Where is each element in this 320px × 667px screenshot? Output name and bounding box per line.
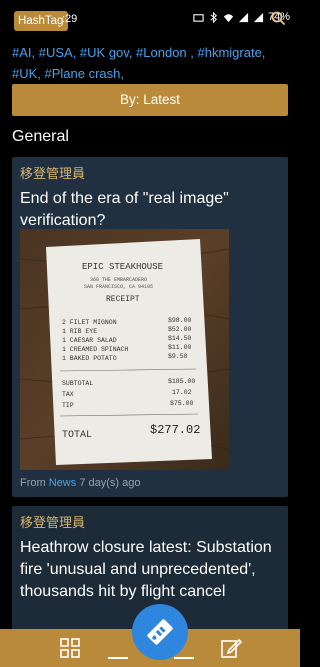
message-icon	[193, 13, 204, 22]
post-card[interactable]: 移登管理員 End of the era of "real image" ver…	[12, 157, 288, 497]
receipt-label: RECEIPT	[106, 295, 140, 304]
receipt-tax-label: TAX	[62, 391, 74, 398]
post-author: 移登管理員	[20, 515, 86, 530]
post-thumbnail[interactable]: EPIC STEAKHOUSE 360 THE EMBARCADERO SAN …	[20, 229, 229, 470]
grid-icon[interactable]	[58, 636, 82, 660]
post-meta: From News 7 day(s) ago	[20, 477, 140, 489]
receipt-item: 1 CAESAR SALAD	[62, 337, 117, 344]
meta-source-link[interactable]: News	[49, 477, 77, 489]
app-label: HashTag	[14, 11, 68, 31]
receipt-price: $52.00	[168, 326, 192, 333]
tag-fab-button[interactable]	[132, 604, 188, 660]
status-time: :29	[62, 13, 78, 25]
post-title[interactable]: Heathrow closure latest: Substation fire…	[12, 531, 288, 603]
receipt-image: EPIC STEAKHOUSE 360 THE EMBARCADERO SAN …	[20, 229, 229, 470]
receipt-item: 1 RIB EYE	[62, 328, 97, 335]
receipt-address2: SAN FRANCISCO, CA 94105	[84, 284, 153, 290]
receipt-price: $98.00	[168, 317, 192, 324]
receipt-subtotal: $185.00	[168, 378, 195, 385]
nav-indicator-left	[108, 657, 128, 659]
receipt-price: $14.50	[168, 335, 192, 342]
hashtag-list[interactable]: #AI, #USA, #UK gov, #London , #hkmigrate…	[12, 42, 292, 84]
sort-button[interactable]: By: Latest	[12, 84, 288, 116]
bluetooth-icon	[210, 11, 217, 23]
edit-icon[interactable]	[219, 636, 243, 660]
receipt-header: EPIC STEAKHOUSE	[82, 262, 163, 272]
tag-icon	[147, 619, 173, 645]
wifi-icon	[223, 13, 234, 22]
receipt-subtotal-label: SUBTOTAL	[62, 380, 93, 387]
receipt-item: 1 BAKED POTATO	[62, 355, 117, 362]
meta-from: From	[20, 477, 46, 489]
receipt-tip: $75.00	[170, 400, 194, 407]
receipt-price: $9.50	[168, 353, 188, 360]
meta-age: 7 day(s) ago	[79, 477, 141, 489]
signal-icon-2	[253, 12, 264, 22]
receipt-total-label: TOTAL	[62, 430, 92, 441]
receipt-address1: 360 THE EMBARCADERO	[90, 277, 147, 283]
receipt-item: 1 CREAMED SPINACH	[62, 346, 128, 353]
search-icon[interactable]	[270, 10, 286, 26]
post-title[interactable]: End of the era of "real image" verificat…	[12, 182, 288, 232]
status-bar: HashTag :29 74%	[0, 0, 300, 40]
receipt-item: 2 FILET MIGNON	[62, 319, 117, 326]
receipt-total: $277.02	[150, 423, 200, 437]
receipt-tip-label: TIP	[62, 402, 74, 409]
post-author: 移登管理員	[20, 166, 86, 181]
signal-icon	[238, 12, 249, 22]
section-title: General	[12, 128, 69, 145]
receipt-tax: 17.02	[172, 389, 192, 396]
receipt-price: $11.00	[168, 344, 192, 351]
